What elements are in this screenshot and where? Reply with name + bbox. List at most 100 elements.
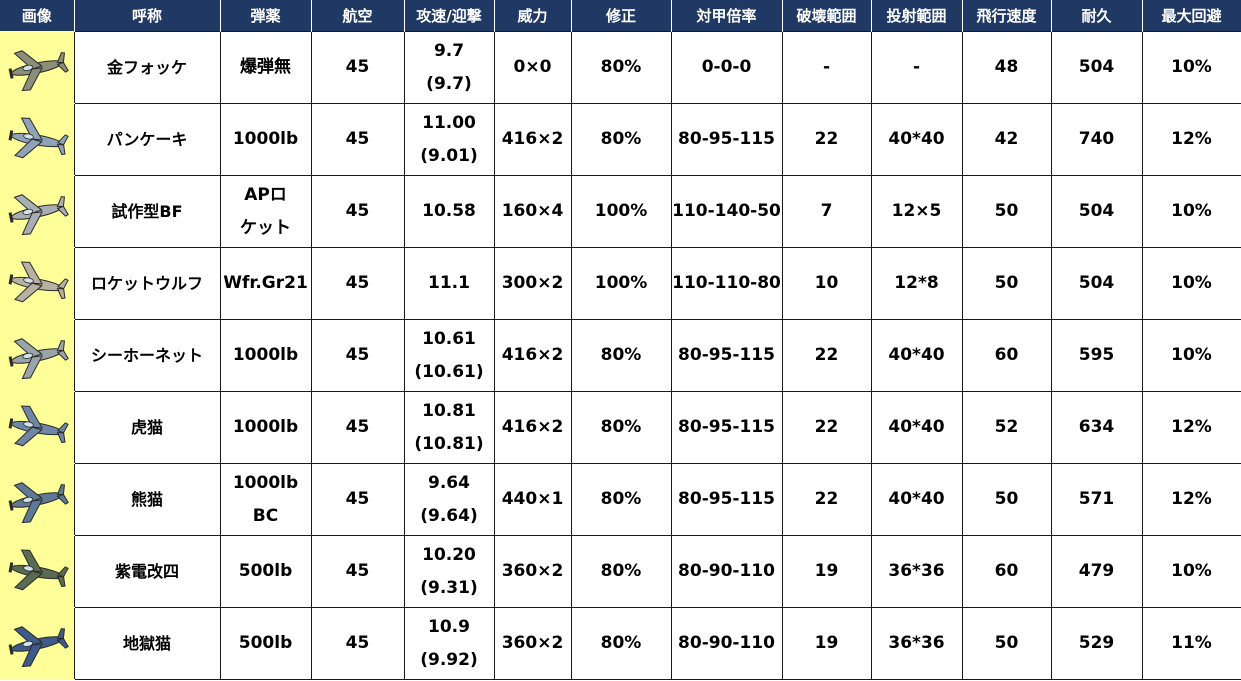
flight-speed-cell[interactable]: 50 xyxy=(961,607,1052,680)
power-cell[interactable]: 416×2 xyxy=(493,103,572,176)
destroy-range-cell[interactable]: - xyxy=(781,31,872,104)
attack-speed-cell[interactable]: 10.61 (10.61) xyxy=(403,319,495,392)
max-evasion-cell[interactable]: 12% xyxy=(1141,391,1241,464)
attack-speed-cell[interactable]: 9.64 (9.64) xyxy=(403,463,495,536)
projection-range-cell[interactable]: 40*40 xyxy=(870,463,963,536)
durability-cell[interactable]: 571 xyxy=(1050,463,1143,536)
air-cell[interactable]: 45 xyxy=(310,319,405,392)
correction-cell[interactable]: 80% xyxy=(570,319,672,392)
ammo-cell[interactable]: APロ ケット xyxy=(219,175,312,248)
durability-cell[interactable]: 529 xyxy=(1050,607,1143,680)
armor-cell[interactable]: 80-95-115 xyxy=(670,319,783,392)
armor-cell[interactable]: 110-140-50 xyxy=(670,175,783,248)
armor-cell[interactable]: 0-0-0 xyxy=(670,31,783,104)
table-row[interactable]: 熊猫 1000lb BC 45 9.64 (9.64) 440×1 80% 80-95-115… xyxy=(0,463,1241,536)
destroy-range-cell[interactable]: 19 xyxy=(781,535,872,608)
air-cell[interactable]: 45 xyxy=(310,535,405,608)
power-cell[interactable]: 440×1 xyxy=(493,463,572,536)
correction-cell[interactable]: 80% xyxy=(570,391,672,464)
power-cell[interactable]: 416×2 xyxy=(493,391,572,464)
table-row[interactable]: 金フォッケ 爆弾無 45 9.7 (9.7) 0×0 80% 0-0-0 - - 48 504 10% xyxy=(0,31,1241,104)
correction-cell[interactable]: 80% xyxy=(570,535,672,608)
projection-range-cell[interactable]: 12*8 xyxy=(870,247,963,320)
power-cell[interactable]: 360×2 xyxy=(493,535,572,608)
flight-speed-cell[interactable]: 50 xyxy=(961,247,1052,320)
correction-cell[interactable]: 100% xyxy=(570,175,672,248)
attack-speed-cell[interactable]: 10.81 (10.81) xyxy=(403,391,495,464)
max-evasion-cell[interactable]: 11% xyxy=(1141,607,1241,680)
air-cell[interactable]: 45 xyxy=(310,175,405,248)
correction-cell[interactable]: 80% xyxy=(570,103,672,176)
durability-cell[interactable]: 504 xyxy=(1050,175,1143,248)
header-air[interactable]: 航空 xyxy=(311,0,405,32)
header-ammo[interactable]: 弾薬 xyxy=(220,0,312,32)
table-row[interactable]: 地獄猫 500lb 45 10.9 (9.92) 360×2 80% 80-90-110 19 3… xyxy=(0,607,1241,680)
projection-range-cell[interactable]: 36*36 xyxy=(870,535,963,608)
name-cell[interactable]: 熊猫 xyxy=(73,463,221,536)
correction-cell[interactable]: 100% xyxy=(570,247,672,320)
max-evasion-cell[interactable]: 12% xyxy=(1141,103,1241,176)
durability-cell[interactable]: 740 xyxy=(1050,103,1143,176)
air-cell[interactable]: 45 xyxy=(310,391,405,464)
flight-speed-cell[interactable]: 42 xyxy=(961,103,1052,176)
projection-range-cell[interactable]: - xyxy=(870,31,963,104)
max-evasion-cell[interactable]: 10% xyxy=(1141,535,1241,608)
ammo-cell[interactable]: 爆弾無 xyxy=(219,31,312,104)
air-cell[interactable]: 45 xyxy=(310,31,405,104)
header-attack-speed[interactable]: 攻速/迎撃 xyxy=(404,0,495,32)
name-cell[interactable]: パンケーキ xyxy=(73,103,221,176)
header-durability[interactable]: 耐久 xyxy=(1051,0,1143,32)
air-cell[interactable]: 45 xyxy=(310,103,405,176)
destroy-range-cell[interactable]: 19 xyxy=(781,607,872,680)
ammo-cell[interactable]: 1000lb xyxy=(219,391,312,464)
projection-range-cell[interactable]: 36*36 xyxy=(870,607,963,680)
durability-cell[interactable]: 479 xyxy=(1050,535,1143,608)
air-cell[interactable]: 45 xyxy=(310,607,405,680)
ammo-cell[interactable]: 1000lb BC xyxy=(219,463,312,536)
ammo-cell[interactable]: 500lb xyxy=(219,535,312,608)
air-cell[interactable]: 45 xyxy=(310,463,405,536)
armor-cell[interactable]: 80-90-110 xyxy=(670,607,783,680)
attack-speed-cell[interactable]: 10.9 (9.92) xyxy=(403,607,495,680)
correction-cell[interactable]: 80% xyxy=(570,31,672,104)
name-cell[interactable]: 虎猫 xyxy=(73,391,221,464)
armor-cell[interactable]: 80-95-115 xyxy=(670,103,783,176)
attack-speed-cell[interactable]: 11.1 xyxy=(403,247,495,320)
destroy-range-cell[interactable]: 22 xyxy=(781,319,872,392)
ammo-cell[interactable]: 500lb xyxy=(219,607,312,680)
table-row[interactable]: 紫電改四 500lb 45 10.20 (9.31) 360×2 80% 80-90-110 1… xyxy=(0,535,1241,608)
destroy-range-cell[interactable]: 7 xyxy=(781,175,872,248)
name-cell[interactable]: ロケットウルフ xyxy=(73,247,221,320)
table-row[interactable]: パンケーキ 1000lb 45 11.00 (9.01) 416×2 80% 80-95-11… xyxy=(0,103,1241,176)
flight-speed-cell[interactable]: 50 xyxy=(961,463,1052,536)
destroy-range-cell[interactable]: 22 xyxy=(781,463,872,536)
ammo-cell[interactable]: 1000lb xyxy=(219,319,312,392)
flight-speed-cell[interactable]: 50 xyxy=(961,175,1052,248)
flight-speed-cell[interactable]: 52 xyxy=(961,391,1052,464)
header-power[interactable]: 威力 xyxy=(494,0,572,32)
durability-cell[interactable]: 504 xyxy=(1050,31,1143,104)
attack-speed-cell[interactable]: 10.20 (9.31) xyxy=(403,535,495,608)
flight-speed-cell[interactable]: 60 xyxy=(961,535,1052,608)
attack-speed-cell[interactable]: 9.7 (9.7) xyxy=(403,31,495,104)
header-destroy-range[interactable]: 破壊範囲 xyxy=(782,0,872,32)
projection-range-cell[interactable]: 40*40 xyxy=(870,103,963,176)
header-name[interactable]: 呼称 xyxy=(74,0,221,32)
attack-speed-cell[interactable]: 11.00 (9.01) xyxy=(403,103,495,176)
projection-range-cell[interactable]: 40*40 xyxy=(870,391,963,464)
durability-cell[interactable]: 634 xyxy=(1050,391,1143,464)
air-cell[interactable]: 45 xyxy=(310,247,405,320)
power-cell[interactable]: 0×0 xyxy=(493,31,572,104)
attack-speed-cell[interactable]: 10.58 xyxy=(403,175,495,248)
header-flight-speed[interactable]: 飛行速度 xyxy=(962,0,1052,32)
table-row[interactable]: シーホーネット 1000lb 45 10.61 (10.61) 416×2 80% 80-95… xyxy=(0,319,1241,392)
name-cell[interactable]: 地獄猫 xyxy=(73,607,221,680)
header-correction[interactable]: 修正 xyxy=(571,0,672,32)
flight-speed-cell[interactable]: 60 xyxy=(961,319,1052,392)
max-evasion-cell[interactable]: 10% xyxy=(1141,175,1241,248)
destroy-range-cell[interactable]: 22 xyxy=(781,391,872,464)
table-row[interactable]: 試作型BF APロ ケット 45 10.58 160×4 100% 110-140-50 7 12… xyxy=(0,175,1241,248)
armor-cell[interactable]: 80-95-115 xyxy=(670,391,783,464)
correction-cell[interactable]: 80% xyxy=(570,463,672,536)
table-row[interactable]: 虎猫 1000lb 45 10.81 (10.81) 416×2 80% 80-95-115 2… xyxy=(0,391,1241,464)
